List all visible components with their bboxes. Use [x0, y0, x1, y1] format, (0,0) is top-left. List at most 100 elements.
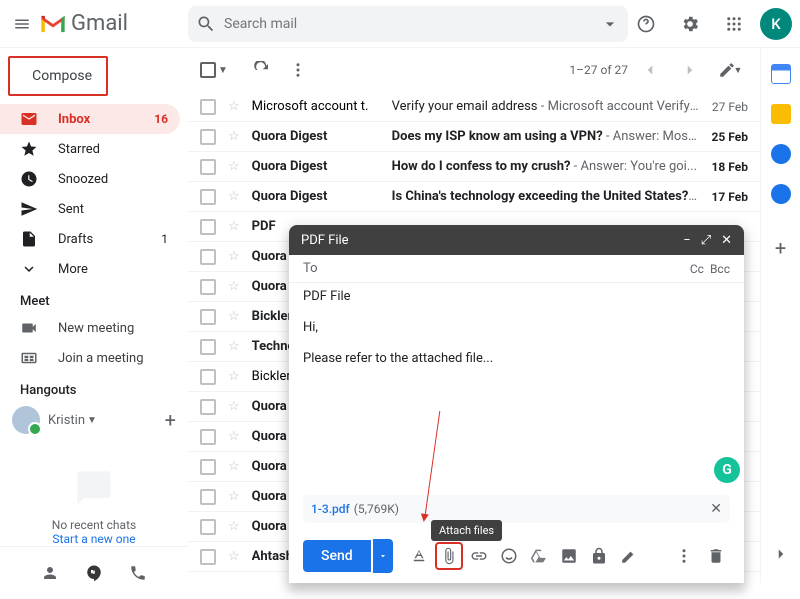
email-row[interactable]: ☆Quora DigestHow do I confess to my crus… [188, 152, 760, 182]
email-checkbox[interactable] [200, 309, 216, 325]
star-icon[interactable]: ☆ [228, 159, 240, 174]
compose-to-row[interactable]: To Cc Bcc [289, 255, 744, 283]
star-icon[interactable]: ☆ [228, 489, 240, 504]
compose-body[interactable]: Hi, Please refer to the attached file... [289, 310, 744, 495]
star-icon[interactable]: ☆ [228, 189, 240, 204]
discard-draft-icon[interactable] [702, 542, 730, 570]
email-checkbox[interactable] [200, 429, 216, 445]
attach-files-icon[interactable] [435, 542, 463, 570]
compose-titlebar[interactable]: PDF File − ⤢ ✕ [289, 225, 744, 255]
hangouts-icon[interactable] [76, 555, 112, 591]
star-icon[interactable]: ☆ [228, 309, 240, 324]
compose-label: Compose [32, 68, 92, 84]
help-icon[interactable] [628, 6, 664, 42]
keep-icon[interactable] [771, 104, 791, 124]
tasks-icon[interactable] [771, 144, 791, 164]
sidebar-item-sent[interactable]: Sent [0, 194, 180, 224]
search-bar[interactable] [188, 6, 628, 42]
grammarly-badge[interactable]: G [714, 457, 740, 483]
send-button[interactable]: Send [303, 540, 371, 572]
more-icon[interactable] [280, 52, 316, 88]
confidential-mode-icon[interactable] [585, 542, 613, 570]
account-avatar[interactable]: K [760, 8, 792, 40]
star-icon[interactable]: ☆ [228, 459, 240, 474]
apps-icon[interactable] [716, 6, 752, 42]
panel-collapse-icon[interactable] [772, 545, 790, 563]
gmail-logo[interactable]: Gmail [39, 11, 128, 36]
email-checkbox[interactable] [200, 519, 216, 535]
compose-button[interactable]: Compose [8, 56, 108, 96]
send-options-button[interactable] [373, 539, 393, 573]
input-tools-icon[interactable]: ▼ [712, 52, 748, 88]
format-icon[interactable] [405, 542, 433, 570]
meet-item[interactable]: New meeting [0, 313, 188, 343]
sidebar-item-starred[interactable]: Starred [0, 134, 180, 164]
close-icon[interactable]: ✕ [721, 233, 732, 248]
chevron-down-icon[interactable]: ▼ [218, 65, 228, 76]
email-row[interactable]: ☆Quora DigestIs China's technology excee… [188, 182, 760, 212]
email-checkbox[interactable] [200, 399, 216, 415]
star-icon[interactable]: ☆ [228, 219, 240, 234]
email-checkbox[interactable] [200, 279, 216, 295]
fullscreen-icon[interactable]: ⤢ [701, 233, 711, 248]
hangouts-user-row[interactable]: Kristin ▼ + [0, 402, 188, 438]
meet-item[interactable]: Join a meeting [0, 343, 188, 373]
menu-icon[interactable] [8, 6, 35, 42]
insert-emoji-icon[interactable] [495, 542, 523, 570]
to-input[interactable] [324, 261, 690, 276]
insert-signature-icon[interactable] [615, 542, 643, 570]
star-icon[interactable]: ☆ [228, 129, 240, 144]
email-checkbox[interactable] [200, 129, 216, 145]
star-icon[interactable]: ☆ [228, 399, 240, 414]
attachment-chip[interactable]: 1-3.pdf (5,769K) ✕ [303, 495, 730, 523]
contacts-icon[interactable] [771, 184, 791, 204]
email-checkbox[interactable] [200, 549, 216, 565]
hangouts-add-button[interactable]: + [165, 408, 176, 432]
email-checkbox[interactable] [200, 159, 216, 175]
email-checkbox[interactable] [200, 189, 216, 205]
email-checkbox[interactable] [200, 459, 216, 475]
search-input[interactable] [224, 16, 600, 32]
star-icon[interactable]: ☆ [228, 279, 240, 294]
email-checkbox[interactable] [200, 249, 216, 265]
insert-photo-icon[interactable] [555, 542, 583, 570]
addons-plus-icon[interactable]: + [775, 236, 786, 260]
email-checkbox[interactable] [200, 489, 216, 505]
star-icon[interactable]: ☆ [228, 519, 240, 534]
email-checkbox[interactable] [200, 369, 216, 385]
cc-button[interactable]: Cc [690, 262, 704, 276]
star-icon[interactable]: ☆ [228, 249, 240, 264]
insert-link-icon[interactable] [465, 542, 493, 570]
next-page-icon[interactable] [672, 52, 708, 88]
sidebar-item-snoozed[interactable]: Snoozed [0, 164, 180, 194]
email-row[interactable]: ☆Quora DigestDoes my ISP know am using a… [188, 122, 760, 152]
person-icon[interactable] [32, 555, 68, 591]
star-icon[interactable]: ☆ [228, 369, 240, 384]
insert-drive-icon[interactable] [525, 542, 553, 570]
star-icon[interactable]: ☆ [228, 99, 240, 114]
email-checkbox[interactable] [200, 219, 216, 235]
compose-subject[interactable]: PDF File [289, 283, 744, 310]
star-icon[interactable]: ☆ [228, 429, 240, 444]
sidebar-item-more[interactable]: More [0, 254, 180, 284]
search-options-icon[interactable] [600, 14, 620, 34]
bcc-button[interactable]: Bcc [710, 262, 730, 276]
attachment-remove-icon[interactable]: ✕ [710, 501, 722, 517]
chat-start-link[interactable]: Start a new one [0, 532, 188, 546]
refresh-icon[interactable] [244, 52, 280, 88]
select-all-checkbox[interactable] [200, 62, 216, 78]
sidebar-item-inbox[interactable]: Inbox16 [0, 104, 180, 134]
sidebar-item-drafts[interactable]: Drafts1 [0, 224, 180, 254]
phone-icon[interactable] [120, 555, 156, 591]
email-checkbox[interactable] [200, 99, 216, 115]
email-checkbox[interactable] [200, 339, 216, 355]
meet-icon [20, 319, 40, 337]
calendar-icon[interactable] [771, 64, 791, 84]
email-row[interactable]: ☆Microsoft account t.Verify your email a… [188, 92, 760, 122]
prev-page-icon[interactable] [632, 52, 668, 88]
star-icon[interactable]: ☆ [228, 339, 240, 354]
minimize-icon[interactable]: − [683, 233, 690, 248]
more-options-icon[interactable] [670, 542, 698, 570]
settings-icon[interactable] [672, 6, 708, 42]
star-icon[interactable]: ☆ [228, 549, 240, 564]
